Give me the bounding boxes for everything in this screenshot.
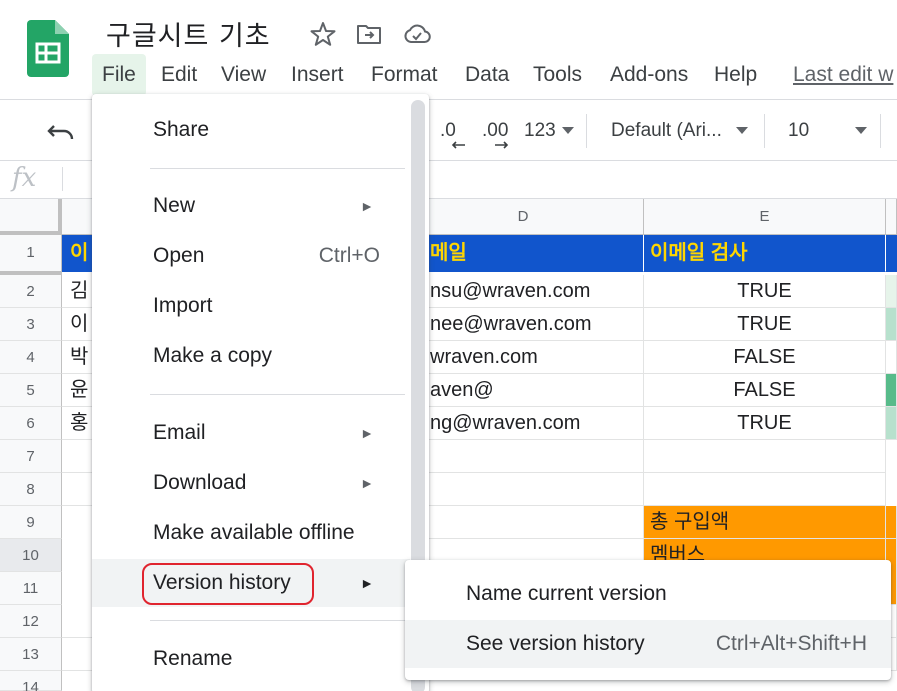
cell-f3[interactable] [886,308,897,341]
cell-f6[interactable] [886,407,897,440]
chevron-down-icon [855,127,868,135]
toolbar-divider [764,114,765,148]
chevron-down-icon [561,127,574,135]
cell-f5[interactable] [886,374,897,407]
menu-help[interactable]: Help [714,54,757,96]
menu-item-make-copy[interactable]: Make a copy [92,332,410,380]
toolbar-divider [586,114,587,148]
row-header[interactable]: 13 [0,638,62,671]
cell-d1[interactable]: 메일 [403,235,644,272]
cell-f4[interactable] [886,341,897,374]
row-header[interactable]: 7 [0,440,62,473]
cell-e2[interactable]: TRUE [644,275,886,308]
menu-divider [150,394,405,395]
cell-d3[interactable]: nee@wraven.com [403,308,644,341]
cell-e7[interactable] [644,440,886,473]
menu-insert[interactable]: Insert [291,54,344,96]
toolbar-divider [880,114,881,148]
menu-item-offline[interactable]: Make available offline [92,509,410,557]
row-header[interactable]: 10 [0,539,62,572]
right-arrow-icon [495,141,509,149]
cell-e6[interactable]: TRUE [644,407,886,440]
font-select[interactable]: Default (Ari... [611,120,748,142]
row-header[interactable]: 14 [0,671,62,691]
column-header-d[interactable]: D [403,199,644,235]
submenu-arrow-icon: ► [360,198,374,214]
menu-add-ons[interactable]: Add-ons [610,54,688,96]
cloud-saved-icon[interactable] [403,20,431,48]
column-header-e[interactable]: E [644,199,886,235]
menu-divider [150,168,405,169]
cell-d9[interactable] [403,506,644,539]
cell-e1[interactable]: 이메일 검사 [644,235,886,272]
star-icon[interactable] [309,20,337,48]
cell-e4[interactable]: FALSE [644,341,886,374]
cell-e9[interactable]: 총 구입액 [644,506,886,539]
menu-item-download[interactable]: Download ► [92,459,410,507]
menu-file[interactable]: File [92,54,146,96]
row-header[interactable]: 3 [0,308,62,341]
cell-e3[interactable]: TRUE [644,308,886,341]
cell-e5[interactable]: FALSE [644,374,886,407]
cell-d2[interactable]: nsu@wraven.com [403,275,644,308]
menu-item-email[interactable]: Email ► [92,409,410,457]
menu-item-name-current-version[interactable]: Name current version [405,570,891,618]
column-header[interactable] [886,199,897,235]
more-formats-button[interactable]: 123 [524,120,574,142]
cell-d5[interactable]: aven@ [403,374,644,407]
cell-d4[interactable]: wraven.com [403,341,644,374]
version-history-submenu: Name current version See version history… [405,560,891,680]
chevron-down-icon [735,127,748,135]
cell-f9[interactable] [886,506,897,539]
fx-icon: fx [12,163,37,193]
menu-format[interactable]: Format [371,54,438,96]
row-header[interactable]: 5 [0,374,62,407]
row-header[interactable]: 1 [0,235,62,275]
menu-item-rename[interactable]: Rename [92,635,410,683]
menu-item-import[interactable]: Import [92,282,410,330]
menu-view[interactable]: View [221,54,266,96]
cell-f1[interactable] [886,235,897,272]
row-header[interactable]: 11 [0,572,62,605]
sheets-logo-icon[interactable] [27,20,69,77]
increase-decimal-button[interactable]: .00 [482,120,508,142]
cell-d7[interactable] [403,440,644,473]
cell-d6[interactable]: ng@wraven.com [403,407,644,440]
menu-item-see-version-history[interactable]: See version history Ctrl+Alt+Shift+H [405,620,891,668]
menu-data[interactable]: Data [465,54,509,96]
submenu-arrow-icon: ► [360,425,374,441]
font-size-select[interactable]: 10 [788,120,868,142]
menu-edit[interactable]: Edit [161,54,197,96]
submenu-arrow-icon: ► [360,575,374,591]
menu-item-open[interactable]: Open Ctrl+O [92,232,410,280]
formula-divider [62,167,63,191]
menu-divider [150,620,405,621]
left-arrow-icon [451,141,465,149]
undo-icon[interactable] [46,118,76,144]
menu-item-share[interactable]: Share [92,106,410,154]
row-header[interactable]: 4 [0,341,62,374]
cell-e8[interactable] [644,473,886,506]
move-to-folder-icon[interactable] [355,20,383,48]
row-header[interactable]: 6 [0,407,62,440]
cell-d8[interactable] [403,473,644,506]
menu-tools[interactable]: Tools [533,54,582,96]
highlight-outline [142,563,314,605]
last-edit-link[interactable]: Last edit w [793,54,893,96]
cell-f2[interactable] [886,275,897,308]
row-header[interactable]: 2 [0,275,62,308]
document-title[interactable]: 구글시트 기초 [106,14,271,53]
row-header[interactable]: 12 [0,605,62,638]
row-header[interactable]: 8 [0,473,62,506]
decrease-decimal-button[interactable]: .0 [440,120,456,142]
file-menu: Share New ► Open Ctrl+O Import Make a copy… [92,94,429,691]
select-all-corner[interactable] [0,199,62,235]
submenu-arrow-icon: ► [360,475,374,491]
row-header[interactable]: 9 [0,506,62,539]
menu-item-new[interactable]: New ► [92,182,410,230]
